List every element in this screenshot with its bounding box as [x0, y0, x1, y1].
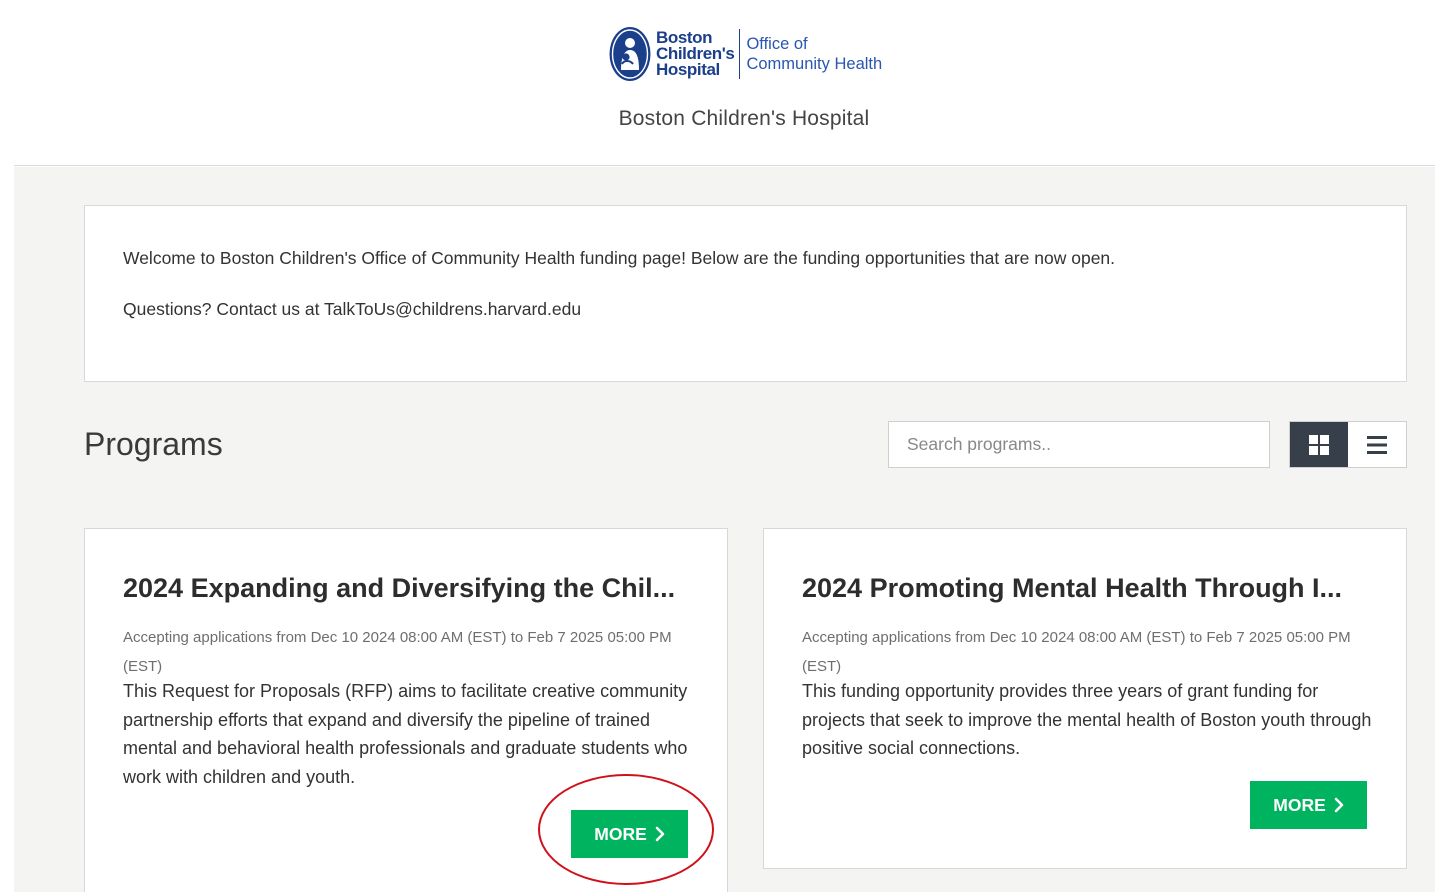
program-description: This Request for Proposals (RFP) aims to…: [123, 681, 688, 787]
more-button-label: MORE: [594, 823, 647, 844]
application-dates: Accepting applications from Dec 10 2024 …: [802, 629, 1351, 675]
welcome-panel: Welcome to Boston Children's Office of C…: [84, 205, 1407, 382]
search-programs-input[interactable]: [888, 421, 1270, 468]
logo-dept-line1: Office of: [746, 35, 808, 53]
contact-message: Questions? Contact us at TalkToUs@childr…: [123, 299, 582, 319]
program-title[interactable]: 2024 Promoting Mental Health Through I..…: [802, 573, 1382, 604]
program-title[interactable]: 2024 Expanding and Diversifying the Chil…: [123, 573, 703, 604]
organization-name: Boston Children's Hospital: [618, 107, 870, 130]
more-button[interactable]: MORE: [571, 810, 688, 858]
site-header: Boston Children's Hospital Office of Com…: [14, 0, 1435, 166]
list-view-button[interactable]: [1348, 422, 1406, 467]
more-button-label: MORE: [1273, 794, 1326, 815]
chevron-right-icon: [1334, 797, 1344, 813]
logo-wordmark: Boston Children's Hospital: [656, 29, 735, 79]
main-content: Welcome to Boston Children's Office of C…: [14, 167, 1435, 892]
program-card: 2024 Promoting Mental Health Through I..…: [763, 528, 1407, 869]
program-card: 2024 Expanding and Diversifying the Chil…: [84, 528, 728, 892]
application-dates: Accepting applications from Dec 10 2024 …: [123, 629, 672, 675]
program-description: This funding opportunity provides three …: [802, 681, 1372, 758]
view-toggle: [1289, 421, 1407, 468]
list-icon: [1367, 435, 1387, 454]
chevron-right-icon: [655, 826, 665, 842]
grid-view-button[interactable]: [1290, 422, 1348, 467]
logo-name-line3: Hospital: [656, 60, 720, 79]
logo-department: Office of Community Health: [746, 34, 882, 74]
programs-heading: Programs: [84, 426, 223, 462]
hospital-logo[interactable]: Boston Children's Hospital Office of Com…: [608, 25, 918, 83]
more-button[interactable]: MORE: [1250, 781, 1367, 829]
welcome-message: Welcome to Boston Children's Office of C…: [123, 248, 1116, 268]
logo-dept-line2: Community Health: [746, 55, 883, 73]
grid-icon: [1309, 434, 1329, 455]
hospital-seal-icon: [609, 27, 651, 81]
logo-divider: [739, 29, 741, 79]
